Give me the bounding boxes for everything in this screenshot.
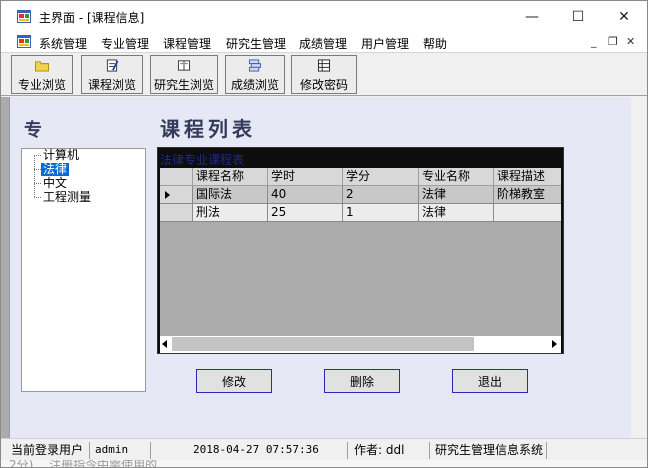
column-header-course-name[interactable]: 课程名称 (193, 168, 268, 186)
tree-connector (34, 197, 41, 198)
grades-browse-label: 成绩浏览 (230, 78, 279, 92)
course-browse-label: 课程浏览 (87, 78, 136, 92)
cell-course-name[interactable]: 国际法 (193, 186, 268, 204)
menu-grades[interactable]: 成绩管理 (299, 35, 347, 52)
minimize-button[interactable]: — (509, 1, 555, 32)
cell-credits[interactable]: 1 (343, 204, 419, 222)
tree-item-chinese[interactable]: 中文 (41, 177, 69, 190)
major-browse-label: 专业浏览 (17, 78, 66, 92)
maximize-button[interactable]: ☐ (555, 1, 601, 32)
course-info-form: 专 课程列表 计算机 法律 中文 工程测量 法律专业课程表 课程名称 学时 学分… (9, 97, 639, 438)
current-row-icon (165, 191, 170, 199)
menu-system[interactable]: 系统管理 (39, 35, 87, 52)
book-icon (177, 60, 191, 71)
close-button[interactable]: ✕ (601, 1, 647, 32)
main-window: 主界面 - [课程信息] — ☐ ✕ 系统管理 专业管理 课程管理 研究生管理 … (0, 0, 648, 468)
course-browse-button[interactable]: 课程浏览 (81, 55, 143, 94)
tree-connector (34, 169, 41, 170)
row-header[interactable] (160, 204, 193, 222)
tree-item-computer[interactable]: 计算机 (41, 149, 81, 162)
cell-major-name[interactable]: 法律 (419, 186, 494, 204)
cell-major-name[interactable]: 法律 (419, 204, 494, 222)
minimize-icon: — (525, 8, 539, 25)
menu-course[interactable]: 课程管理 (163, 35, 211, 52)
status-user-label: 当前登录用户 (11, 443, 84, 457)
stack-icon (248, 59, 262, 72)
menu-help[interactable]: 帮助 (423, 35, 447, 52)
tree-connector (34, 155, 35, 197)
cell-course-name[interactable]: 刑法 (193, 204, 268, 222)
app-icon (17, 10, 31, 23)
cell-hours[interactable]: 40 (268, 186, 343, 204)
delete-button[interactable]: 删除 (324, 369, 400, 393)
title-bar: 主界面 - [课程信息] — ☐ ✕ (1, 1, 647, 32)
grid-body: 课程名称 学时 学分 专业名称 课程描述 国际法 40 2 法律 阶梯教室 刑法… (160, 168, 561, 336)
menu-users[interactable]: 用户管理 (361, 35, 409, 52)
change-password-label: 修改密码 (299, 78, 348, 92)
grid-caption: 法律专业课程表 (160, 153, 245, 167)
status-divider (89, 442, 90, 459)
table-row[interactable]: 国际法 40 2 法律 阶梯教室 (160, 186, 561, 204)
status-bar: 当前登录用户 admin 2018-04-27 07:57:36 作者: ddl… (1, 438, 647, 460)
grid-corner (160, 168, 193, 186)
mdi-area: 专 课程列表 计算机 法律 中文 工程测量 法律专业课程表 课程名称 学时 学分… (1, 97, 647, 438)
status-system-name: 研究生管理信息系统 (435, 443, 544, 457)
change-password-button[interactable]: 修改密码 (291, 55, 357, 94)
menu-major[interactable]: 专业管理 (101, 35, 149, 52)
cell-description[interactable]: 阶梯教室 (494, 186, 561, 204)
status-user: admin (95, 443, 129, 456)
maximize-icon: ☐ (571, 8, 585, 25)
mdi-child-icon[interactable] (17, 35, 31, 48)
menu-graduate[interactable]: 研究生管理 (226, 35, 286, 52)
tree-item-law[interactable]: 法律 (41, 163, 70, 176)
column-header-description[interactable]: 课程描述 (494, 168, 561, 186)
grid-icon (317, 59, 331, 72)
status-divider (546, 442, 547, 459)
major-browse-button[interactable]: 专业浏览 (11, 55, 73, 94)
page-title: 课程列表 (160, 117, 256, 141)
graduate-browse-label: 研究生浏览 (153, 78, 214, 92)
toolbar: 专业浏览 课程浏览 研究生浏览 成绩浏览 修改密码 (1, 52, 647, 96)
graduate-browse-button[interactable]: 研究生浏览 (150, 55, 218, 94)
column-header-hours[interactable]: 学时 (268, 168, 343, 186)
mdi-vertical-scrollbar[interactable] (631, 97, 647, 438)
scroll-thumb[interactable] (172, 337, 474, 351)
column-header-major-name[interactable]: 专业名称 (419, 168, 494, 186)
status-divider (429, 442, 430, 459)
close-icon: ✕ (618, 8, 630, 25)
grid-header-row: 课程名称 学时 学分 专业名称 课程描述 (160, 168, 561, 186)
major-tree[interactable]: 计算机 法律 中文 工程测量 (21, 148, 146, 392)
mdi-minimize-icon[interactable]: _ (591, 35, 597, 48)
grades-browse-button[interactable]: 成绩浏览 (225, 55, 285, 94)
scroll-left-icon[interactable] (162, 340, 167, 348)
table-row[interactable]: 刑法 25 1 法律 (160, 204, 561, 222)
window-title: 主界面 - [课程信息] (39, 11, 145, 25)
mdi-close-icon[interactable]: ✕ (626, 35, 635, 48)
edit-document-icon (106, 59, 119, 72)
tree-connector (34, 183, 41, 184)
cell-credits[interactable]: 2 (343, 186, 419, 204)
folder-icon (35, 61, 49, 72)
background-window-strip: 2分) …注册指令中需使用的… (1, 460, 647, 468)
tree-item-engineering-survey[interactable]: 工程测量 (41, 191, 93, 204)
edit-button[interactable]: 修改 (196, 369, 272, 393)
column-header-credits[interactable]: 学分 (343, 168, 419, 186)
grid-horizontal-scrollbar[interactable] (160, 336, 561, 353)
background-text: 2分) …注册指令中需使用的… (9, 460, 170, 468)
exit-button[interactable]: 退出 (452, 369, 528, 393)
status-divider (347, 442, 348, 459)
row-header[interactable] (160, 186, 193, 204)
cell-hours[interactable]: 25 (268, 204, 343, 222)
major-heading: 专 (24, 120, 44, 141)
status-divider (150, 442, 151, 459)
menu-bar: 系统管理 专业管理 课程管理 研究生管理 成绩管理 用户管理 帮助 _ ❐ ✕ (1, 32, 647, 52)
status-datetime: 2018-04-27 07:57:36 (193, 443, 319, 456)
tree-connector (34, 155, 41, 156)
cell-description[interactable] (494, 204, 561, 222)
scroll-right-icon[interactable] (552, 340, 557, 348)
mdi-restore-icon[interactable]: ❐ (608, 35, 618, 48)
status-author: 作者: ddl (354, 443, 405, 457)
course-grid[interactable]: 法律专业课程表 课程名称 学时 学分 专业名称 课程描述 国际法 40 2 法律… (157, 147, 564, 354)
